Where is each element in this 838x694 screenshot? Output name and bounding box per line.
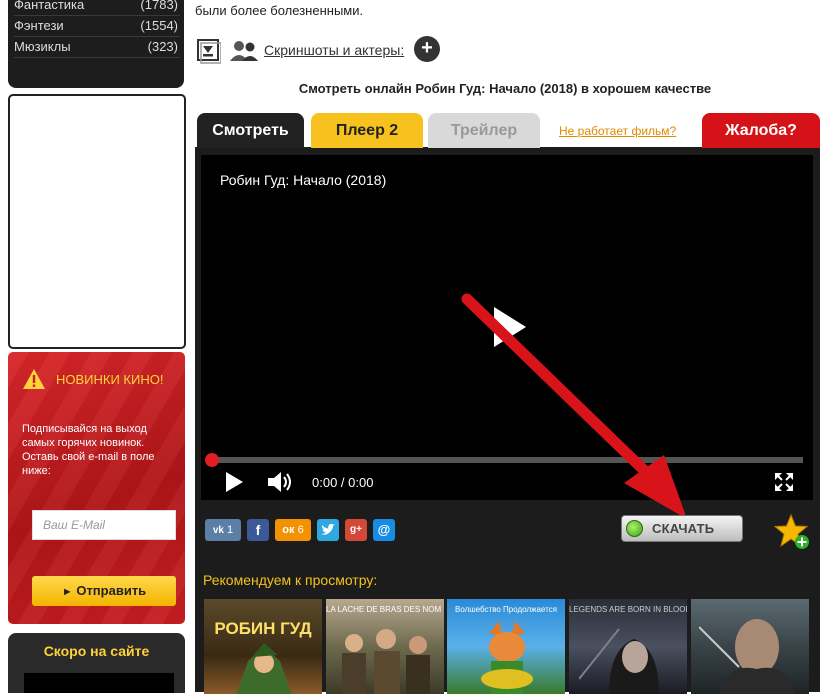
poster-disney-robin-hood[interactable]: Волшебство Продолжается (447, 599, 565, 694)
expand-screenshots-button[interactable]: + (414, 36, 440, 62)
genre-count: (1554) (140, 18, 178, 33)
tab-player-2[interactable]: Плеер 2 (311, 113, 423, 148)
ad-placeholder (8, 94, 186, 349)
newsletter-description: Подписывайся на выход самых горячих нови… (22, 423, 155, 477)
screenshots-link[interactable]: Скриншоты и актеры: (264, 42, 404, 58)
recommend-heading: Рекомендуем к просмотру: (203, 572, 378, 588)
poster-caption: LEGENDS ARE BORN IN BLOOD (569, 605, 687, 614)
fullscreen-icon[interactable] (774, 472, 794, 492)
coming-soon-thumbnail[interactable] (24, 673, 174, 693)
coming-soon-title: Скоро на сайте (43, 643, 150, 659)
poster-robin-hood-cartoon[interactable]: РОБИН ГУД (204, 599, 322, 694)
video-player[interactable]: Робин Гуд: Начало (2018) 0:00 / 0:00 (201, 155, 813, 519)
poster-caption: Волшебство Продолжается (454, 605, 557, 614)
download-frame-icon[interactable] (197, 39, 221, 65)
vk-count: 1 (227, 524, 234, 536)
vk-share-button[interactable]: vk 1 (205, 519, 241, 541)
volume-icon[interactable] (267, 471, 293, 493)
mail-share-button[interactable]: @ (373, 519, 395, 541)
genre-count: (323) (147, 39, 178, 54)
newsletter-title: НОВИНКИ КИНО! (56, 372, 164, 387)
facebook-share-button[interactable]: f (247, 519, 269, 541)
genre-name: Фэнтези (14, 18, 64, 33)
ok-icon: ок (282, 524, 295, 536)
email-field[interactable]: Ваш E-Mail (32, 510, 176, 540)
twitter-share-button[interactable] (317, 519, 339, 541)
coming-soon-box: Скоро на сайте (8, 633, 185, 693)
google-plus-icon: g+ (350, 524, 362, 535)
tab-watch[interactable]: Смотреть (197, 113, 304, 148)
genre-item-fentezi[interactable]: Фэнтези (1554) (14, 16, 180, 37)
poster-figure (699, 619, 795, 694)
poster-figure (481, 621, 533, 694)
download-button[interactable]: СКАЧАТЬ (621, 515, 743, 542)
subscribe-button[interactable]: ► Отправить (32, 576, 176, 606)
play-icon[interactable] (224, 471, 244, 493)
movie-description: были более болезненными. (195, 3, 364, 18)
poster-robin-hood-legends[interactable]: LEGENDS ARE BORN IN BLOOD (569, 599, 687, 694)
people-icon (230, 41, 258, 61)
poster-french-film[interactable]: LA LACHE DE BRAS DES NOM ! (326, 599, 444, 694)
poster-figure (579, 628, 659, 694)
favorite-star-icon[interactable] (774, 514, 810, 550)
watch-title: Смотреть онлайн Робин Гуд: Начало (2018)… (298, 81, 712, 96)
not-working-link[interactable]: Не работает фильм? (559, 124, 676, 138)
vk-icon: vk (212, 525, 224, 536)
genre-name: Мюзиклы (14, 39, 71, 54)
at-icon: @ (377, 522, 391, 537)
genre-list: Фантастика (1783) Фэнтези (1554) Мюзиклы… (8, 0, 184, 88)
screenshots-row: Скриншоты и актеры: + (195, 36, 595, 66)
subscribe-label: Отправить (76, 583, 147, 598)
google-plus-share-button[interactable]: g+ (345, 519, 367, 541)
newsletter-box: НОВИНКИ КИНО! Подписывайся на выход самы… (8, 352, 185, 624)
genre-name: Фантастика (14, 0, 85, 12)
warning-icon (23, 369, 45, 389)
poster-title: РОБИН ГУД (214, 619, 312, 638)
red-arrow-annotation (461, 293, 687, 519)
green-dot-icon (626, 520, 643, 537)
send-icon: ► (61, 586, 73, 598)
genre-item-myuzikly[interactable]: Мюзиклы (323) (14, 37, 180, 58)
ok-share-button[interactable]: ок 6 (275, 519, 311, 541)
genre-item-fantastika[interactable]: Фантастика (1783) (14, 0, 180, 16)
twitter-icon (321, 523, 335, 535)
facebook-icon: f (255, 522, 261, 538)
poster-figure (342, 629, 430, 694)
ok-count: 6 (297, 524, 304, 536)
poster-caption: LA LACHE DE BRAS DES NOM ! (326, 605, 444, 614)
progress-handle[interactable] (205, 453, 219, 467)
video-title: Робин Гуд: Начало (2018) (220, 172, 387, 188)
tab-trailer[interactable]: Трейлер (428, 113, 540, 148)
poster-figure (236, 643, 292, 694)
poster-robin-hood-2010[interactable] (691, 599, 809, 694)
download-label: СКАЧАТЬ (652, 521, 715, 536)
genre-count: (1783) (140, 0, 178, 12)
time-display: 0:00 / 0:00 (312, 475, 374, 490)
complain-button[interactable]: Жалоба? (702, 113, 820, 148)
